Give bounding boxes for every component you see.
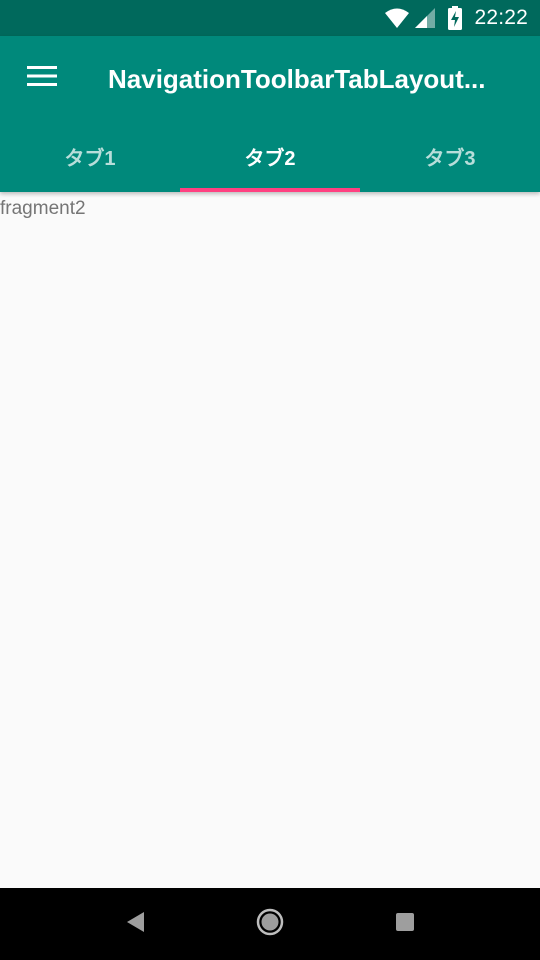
- status-icons: 22:22: [384, 0, 528, 36]
- status-time: 22:22: [474, 6, 528, 29]
- recents-icon: [395, 912, 415, 937]
- toolbar: NavigationToolbarTabLayout...: [0, 36, 540, 120]
- tab-bar: タブ1 タブ2 タブ3: [0, 120, 540, 192]
- tab-label: タブ3: [424, 147, 476, 170]
- fragment-text: fragment2: [0, 198, 86, 219]
- home-icon: [256, 908, 284, 941]
- tab-2[interactable]: タブ2: [180, 120, 360, 192]
- back-button[interactable]: [111, 900, 159, 948]
- tab-indicator: [180, 188, 360, 192]
- home-button[interactable]: [246, 900, 294, 948]
- tab-label: タブ1: [64, 147, 116, 170]
- app-bar: NavigationToolbarTabLayout... タブ1 タブ2 タブ…: [0, 36, 540, 192]
- tab-1[interactable]: タブ1: [0, 120, 180, 192]
- status-bar: 22:22: [0, 0, 540, 36]
- menu-button[interactable]: [14, 50, 70, 106]
- system-nav-bar: [0, 888, 540, 960]
- wifi-icon: [384, 7, 410, 29]
- tab-3[interactable]: タブ3: [360, 120, 540, 192]
- tab-label: タブ2: [244, 147, 296, 170]
- recents-button[interactable]: [381, 900, 429, 948]
- back-icon: [125, 911, 145, 938]
- fragment-content: fragment2: [0, 192, 540, 888]
- battery-charging-icon: [448, 6, 463, 30]
- cell-signal-icon: [414, 7, 436, 29]
- hamburger-menu-icon: [27, 65, 57, 92]
- toolbar-title: NavigationToolbarTabLayout...: [108, 64, 486, 94]
